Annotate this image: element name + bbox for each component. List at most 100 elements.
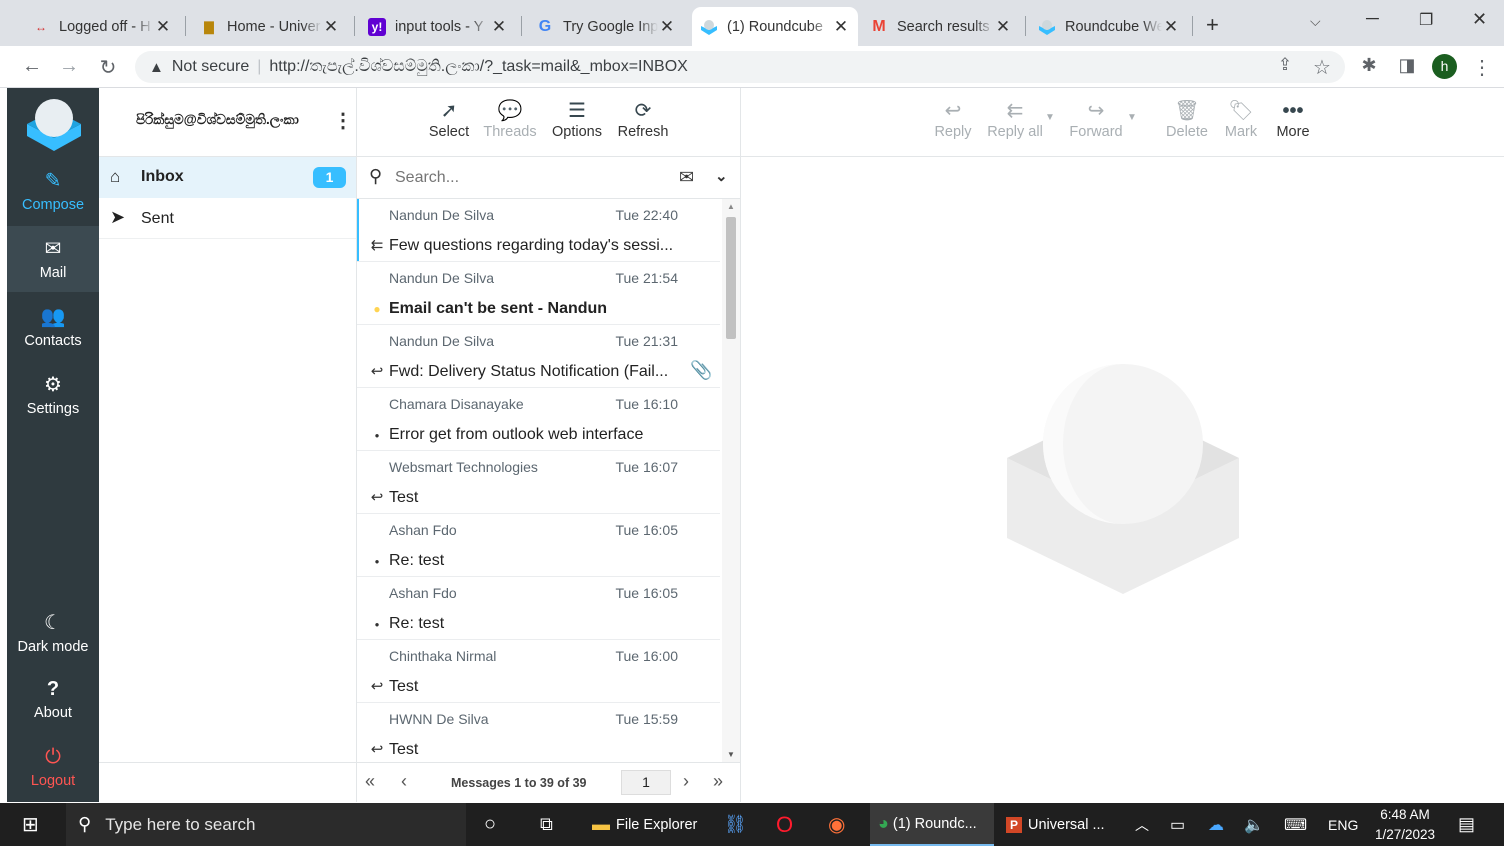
message-row[interactable]: Chinthaka Nirmal Tue 16:00 ↩ Test: [357, 640, 720, 703]
dark-mode-toggle[interactable]: ☾ Dark mode: [7, 610, 99, 655]
scrollbar[interactable]: ▲ ▼: [722, 199, 740, 762]
chrome-task[interactable]: ◕ (1) Roundc...: [870, 803, 994, 846]
cortana-icon[interactable]: ○: [484, 803, 496, 846]
message-row[interactable]: HWNN De Silva Tue 15:59 ↩ Test: [357, 703, 720, 762]
browser-tab[interactable]: Roundcube We ✕: [1030, 7, 1188, 46]
forward-button[interactable]: ↪ Forward: [1065, 98, 1127, 140]
message-row[interactable]: Ashan Fdo Tue 16:05 ● Re: test: [357, 577, 720, 640]
yahoo-icon: y!: [368, 17, 386, 36]
reply-button[interactable]: ↩ Reply: [931, 98, 975, 140]
reply-all-dropdown-icon[interactable]: ▼: [1045, 112, 1055, 123]
close-tab-icon[interactable]: ✕: [1162, 17, 1180, 37]
close-tab-icon[interactable]: ✕: [832, 17, 850, 37]
file-explorer-task[interactable]: ▬ File Explorer: [592, 803, 697, 846]
message-row[interactable]: Nandun De Silva Tue 21:54 ● Email can't …: [357, 262, 720, 325]
share-icon[interactable]: ⇪: [1273, 55, 1297, 75]
scrollbar-thumb[interactable]: [726, 217, 736, 339]
onedrive-icon[interactable]: ☁: [1208, 803, 1224, 846]
gmail-icon: M: [872, 17, 886, 35]
reply-icon: ↩: [370, 489, 384, 506]
powerpoint-task[interactable]: P Universal ...: [1000, 803, 1116, 846]
threads-button[interactable]: 💬 Threads: [481, 98, 539, 140]
volume-icon[interactable]: 🔈: [1244, 803, 1264, 846]
browser-tab[interactable]: G Try Google Inp ✕: [528, 7, 684, 46]
first-page-icon[interactable]: «: [365, 771, 375, 792]
forward-dropdown-icon[interactable]: ▼: [1127, 112, 1137, 123]
side-panel-icon[interactable]: ◨: [1395, 55, 1419, 76]
forward-icon[interactable]: →: [57, 55, 81, 78]
previous-page-icon[interactable]: ‹: [401, 771, 407, 792]
message-row[interactable]: Websmart Technologies Tue 16:07 ↩ Test: [357, 451, 720, 514]
language-indicator[interactable]: ENG: [1328, 803, 1358, 846]
compose-button[interactable]: ✎ Compose: [7, 168, 99, 213]
mark-button[interactable]: 🏷 Mark: [1221, 98, 1261, 140]
logout-button[interactable]: ⏻ Logout: [7, 746, 99, 789]
opera-icon[interactable]: O: [776, 803, 793, 846]
network-app-icon[interactable]: ⛓: [724, 803, 747, 846]
clock[interactable]: 6:48 AM 1/27/2023: [1370, 803, 1440, 846]
address-bar[interactable]: ▲ Not secure | http://තැපැල්.විශ්වසම්මුත…: [135, 51, 1345, 83]
new-tab-icon[interactable]: +: [1206, 12, 1219, 38]
close-window-icon[interactable]: ✕: [1472, 9, 1487, 30]
settings-nav-item[interactable]: ⚙ Settings: [7, 372, 99, 417]
search-input[interactable]: [395, 165, 665, 191]
folder-sent[interactable]: ➤ Sent: [99, 198, 356, 239]
profile-avatar[interactable]: h: [1432, 54, 1457, 79]
restore-icon[interactable]: ❐: [1419, 10, 1433, 30]
chevron-up-icon[interactable]: ︿: [1135, 803, 1149, 846]
browser-tab[interactable]: M Search results ✕: [862, 7, 1020, 46]
reload-icon[interactable]: ↻: [96, 55, 120, 80]
warning-icon: ▲: [149, 58, 164, 76]
envelope-filter-icon[interactable]: ✉: [679, 167, 694, 188]
about-button[interactable]: ? About: [7, 678, 99, 721]
close-tab-icon[interactable]: ✕: [490, 17, 508, 37]
options-button[interactable]: ☰ Options: [549, 98, 605, 140]
message-row[interactable]: Nandun De Silva Tue 21:31 ↩ Fwd: Deliver…: [357, 325, 720, 388]
extensions-icon[interactable]: ✱: [1357, 55, 1381, 76]
page-number-input[interactable]: 1: [621, 770, 671, 795]
message-row[interactable]: Nandun De Silva Tue 22:40 ⇇ Few question…: [357, 199, 720, 262]
tab-search-icon[interactable]: ⌵: [1310, 13, 1321, 30]
close-tab-icon[interactable]: ✕: [658, 17, 676, 37]
firefox-icon[interactable]: ◉: [828, 803, 845, 846]
read-dot-icon[interactable]: ●: [367, 557, 387, 566]
close-tab-icon[interactable]: ✕: [322, 17, 340, 37]
browser-tab-active[interactable]: (1) Roundcube ✕: [692, 7, 858, 46]
folder-inbox[interactable]: ⌂ Inbox 1: [99, 157, 356, 198]
chevron-down-icon[interactable]: ⌄: [715, 167, 728, 185]
more-button[interactable]: ••• More: [1271, 98, 1315, 140]
battery-icon[interactable]: ▭: [1170, 803, 1185, 846]
browser-tab[interactable]: ↔ Logged off - H ✕: [24, 7, 180, 46]
back-icon[interactable]: ←: [20, 55, 44, 78]
browser-tab[interactable]: ▇ Home - Univer ✕: [192, 7, 348, 46]
refresh-button[interactable]: ⟳ Refresh: [615, 98, 671, 140]
select-button[interactable]: ➚ Select: [427, 98, 471, 140]
read-dot-icon[interactable]: ●: [367, 431, 387, 440]
minimize-icon[interactable]: ─: [1366, 8, 1379, 29]
bookmark-star-icon[interactable]: ☆: [1310, 55, 1334, 80]
taskbar-search-box[interactable]: ⚲ Type here to search: [66, 803, 466, 846]
keyboard-icon[interactable]: ⌨: [1284, 803, 1307, 846]
delete-button[interactable]: 🗑 Delete: [1161, 98, 1213, 140]
task-view-icon[interactable]: ⧉: [540, 803, 553, 846]
contacts-nav-item[interactable]: 👥 Contacts: [7, 304, 99, 349]
unread-dot-icon[interactable]: ●: [367, 302, 387, 316]
mail-nav-item[interactable]: ✉ Mail: [7, 226, 99, 292]
windows-start-icon[interactable]: ⊞: [22, 803, 39, 846]
close-tab-icon[interactable]: ✕: [994, 17, 1012, 37]
next-page-icon[interactable]: ›: [683, 771, 689, 792]
close-tab-icon[interactable]: ✕: [154, 17, 172, 37]
message-row[interactable]: Chamara Disanayake Tue 16:10 ● Error get…: [357, 388, 720, 451]
read-dot-icon[interactable]: ●: [367, 620, 387, 629]
roundcube-watermark-logo: [1007, 362, 1239, 601]
reply-all-button[interactable]: ⇇ Reply all: [985, 98, 1045, 140]
roundcube-icon: [700, 18, 718, 36]
last-page-icon[interactable]: »: [713, 771, 723, 792]
notifications-icon[interactable]: ▤: [1458, 803, 1475, 846]
roundcube-logo[interactable]: [25, 94, 83, 157]
browser-tab[interactable]: y! input tools - Y ✕: [360, 7, 516, 46]
browser-tab-bar: ↔ Logged off - H ✕ ▇ Home - Univer ✕ y! …: [0, 0, 1504, 46]
message-row[interactable]: Ashan Fdo Tue 16:05 ● Re: test: [357, 514, 720, 577]
account-options-icon[interactable]: ⋮: [333, 108, 353, 133]
menu-kebab-icon[interactable]: ⋮: [1470, 55, 1494, 80]
